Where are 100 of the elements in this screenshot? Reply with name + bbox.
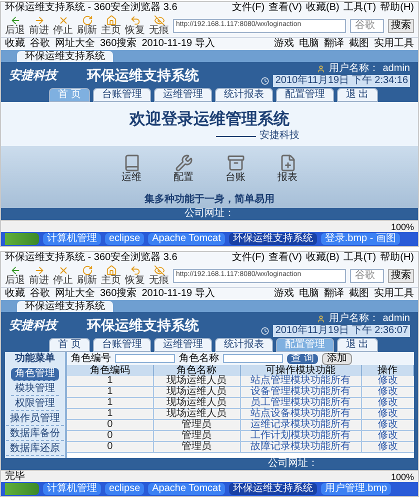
table-cell: 管理员 — [154, 420, 240, 430]
edit-link[interactable]: 修改 — [362, 420, 414, 430]
nav-tab[interactable]: 运维管理 — [154, 88, 212, 102]
edit-link[interactable]: 修改 — [362, 387, 414, 397]
toolbar-link[interactable]: 翻译 — [324, 38, 344, 50]
filter-field[interactable] — [223, 354, 283, 363]
start-button[interactable] — [5, 483, 39, 495]
edit-link[interactable]: 修改 — [362, 442, 414, 452]
edit-link[interactable]: 修改 — [362, 431, 414, 441]
menu-item[interactable]: 角色管理 — [11, 368, 59, 381]
toolbar-link[interactable]: 实用工具 — [374, 38, 414, 50]
undo-icon — [130, 265, 140, 276]
taskbar-item[interactable]: 环保运维支持系统 — [228, 483, 317, 495]
taskbar-item[interactable]: Apache Tomcat — [148, 483, 225, 495]
nav-button[interactable]: 无痕 — [149, 265, 169, 286]
toolbar-link[interactable]: 翻译 — [324, 288, 344, 300]
taskbar-item[interactable]: 环保运维支持系统 — [228, 233, 317, 245]
edit-link[interactable]: 修改 — [362, 376, 414, 386]
add-button[interactable]: 添加 — [322, 352, 352, 364]
nav-tab[interactable]: 台账管理 — [92, 88, 151, 102]
toolbar-link[interactable]: 实用工具 — [374, 288, 414, 300]
nav-button[interactable]: 主页 — [101, 15, 121, 36]
wrench-icon[interactable] — [174, 154, 192, 172]
menu-entry[interactable]: 收藏(B) — [306, 2, 340, 14]
zoom-level[interactable]: 100% — [390, 470, 414, 482]
nav-button[interactable]: 前进 — [29, 265, 49, 286]
module-label[interactable]: 配置 — [174, 172, 194, 184]
nav-button[interactable]: 恢复 — [125, 15, 145, 36]
menu-entry[interactable]: 工具(T) — [343, 252, 376, 264]
nav-button[interactable]: 后退 — [5, 15, 25, 36]
nav-button[interactable]: 停止 — [53, 265, 73, 286]
nav-button[interactable]: 恢复 — [125, 265, 145, 286]
nav-button[interactable]: 前进 — [29, 15, 49, 36]
menu-item[interactable]: 数据库备份 — [6, 428, 64, 441]
menu-entry[interactable]: 查看(V) — [268, 2, 302, 14]
favorite-link[interactable]: 2010-11-19 导入 — [142, 288, 215, 300]
nav-tab[interactable]: 运维管理 — [154, 338, 212, 352]
toolbar-link[interactable]: 电脑 — [299, 38, 319, 50]
nav-tab[interactable]: 首 页 — [49, 338, 90, 352]
taskbar-item[interactable]: 计算机管理 — [43, 483, 101, 495]
taskbar-item[interactable]: eclipse — [105, 233, 144, 245]
search-button[interactable]: 查 询 — [287, 354, 318, 364]
favorite-link[interactable]: 收藏 — [5, 38, 25, 50]
taskbar-item[interactable]: 用户管理.bmp — [320, 483, 392, 495]
nav-button[interactable]: 主页 — [101, 265, 121, 286]
favorite-link[interactable]: 收藏 — [5, 288, 25, 300]
menu-entry[interactable]: 工具(T) — [343, 2, 376, 14]
menu-entry[interactable]: 收藏(B) — [306, 252, 340, 264]
favorite-link[interactable]: 网址大全 — [55, 288, 95, 300]
user-label: 用户名称： — [328, 63, 379, 75]
search-field[interactable]: 谷歌 — [350, 18, 384, 32]
nav-button[interactable]: 刷新 — [77, 15, 97, 36]
nav-button[interactable]: 后退 — [5, 265, 25, 286]
toolbar-link[interactable]: 游戏 — [274, 38, 294, 50]
favorite-link[interactable]: 谷歌 — [30, 38, 50, 50]
search-field[interactable]: 谷歌 — [350, 268, 384, 282]
menu-item[interactable]: 数据库还原 — [6, 443, 64, 456]
zoom-level[interactable]: 100% — [390, 220, 414, 232]
toolbar-link[interactable]: 截图 — [349, 38, 369, 50]
menu-item[interactable]: 权限管理 — [11, 398, 59, 411]
taskbar-item[interactable]: 计算机管理 — [43, 233, 101, 245]
menu-entry[interactable]: 帮助(H) — [380, 252, 414, 264]
file-plus-icon[interactable] — [278, 154, 296, 172]
book-icon[interactable] — [122, 154, 140, 172]
module-label[interactable]: 报表 — [278, 172, 298, 184]
menu-entry[interactable]: 帮助(H) — [380, 2, 414, 14]
nav-button[interactable]: 刷新 — [77, 265, 97, 286]
nav-tab[interactable]: 统计报表 — [214, 88, 273, 102]
toolbar-link[interactable]: 截图 — [349, 288, 369, 300]
toolbar-link[interactable]: 游戏 — [274, 288, 294, 300]
toolbar-link[interactable]: 电脑 — [299, 288, 319, 300]
edit-link[interactable]: 修改 — [362, 398, 414, 408]
favorite-link[interactable]: 360搜索 — [100, 288, 137, 300]
archive-icon[interactable] — [226, 154, 244, 172]
edit-link[interactable]: 修改 — [362, 409, 414, 419]
nav-tab[interactable]: 退 出 — [336, 88, 378, 102]
search-button[interactable]: 搜索 — [388, 268, 414, 282]
menu-item[interactable]: 操作员管理 — [6, 413, 64, 426]
browser-tab[interactable]: 环保运维支持系统 — [17, 51, 113, 62]
taskbar-item[interactable]: 登录.bmp - 画图 — [320, 233, 400, 245]
module-label[interactable]: 台账 — [226, 172, 246, 184]
nav-tab[interactable]: 统计报表 — [214, 338, 273, 352]
menu-entry[interactable]: 查看(V) — [268, 252, 302, 264]
taskbar-item[interactable]: Apache Tomcat — [148, 233, 225, 245]
favorite-link[interactable]: 谷歌 — [30, 288, 50, 300]
start-button[interactable] — [5, 233, 39, 245]
nav-button[interactable]: 停止 — [53, 15, 73, 36]
favorite-link[interactable]: 网址大全 — [55, 38, 95, 50]
menu-item[interactable]: 模块管理 — [11, 383, 59, 396]
search-button[interactable]: 搜索 — [388, 18, 414, 32]
nav-tab[interactable]: 台账管理 — [92, 338, 151, 352]
nav-tab[interactable]: 配置管理 — [276, 88, 334, 102]
browser-tab[interactable]: 环保运维支持系统 — [17, 301, 113, 312]
nav-tab[interactable]: 退 出 — [336, 338, 378, 352]
favorite-link[interactable]: 360搜索 — [100, 38, 137, 50]
nav-button[interactable]: 无痕 — [149, 15, 169, 36]
taskbar-item[interactable]: eclipse — [105, 483, 144, 495]
module-label[interactable]: 运维 — [122, 172, 142, 184]
filter-field[interactable] — [115, 354, 175, 363]
favorite-link[interactable]: 2010-11-19 导入 — [142, 38, 215, 50]
